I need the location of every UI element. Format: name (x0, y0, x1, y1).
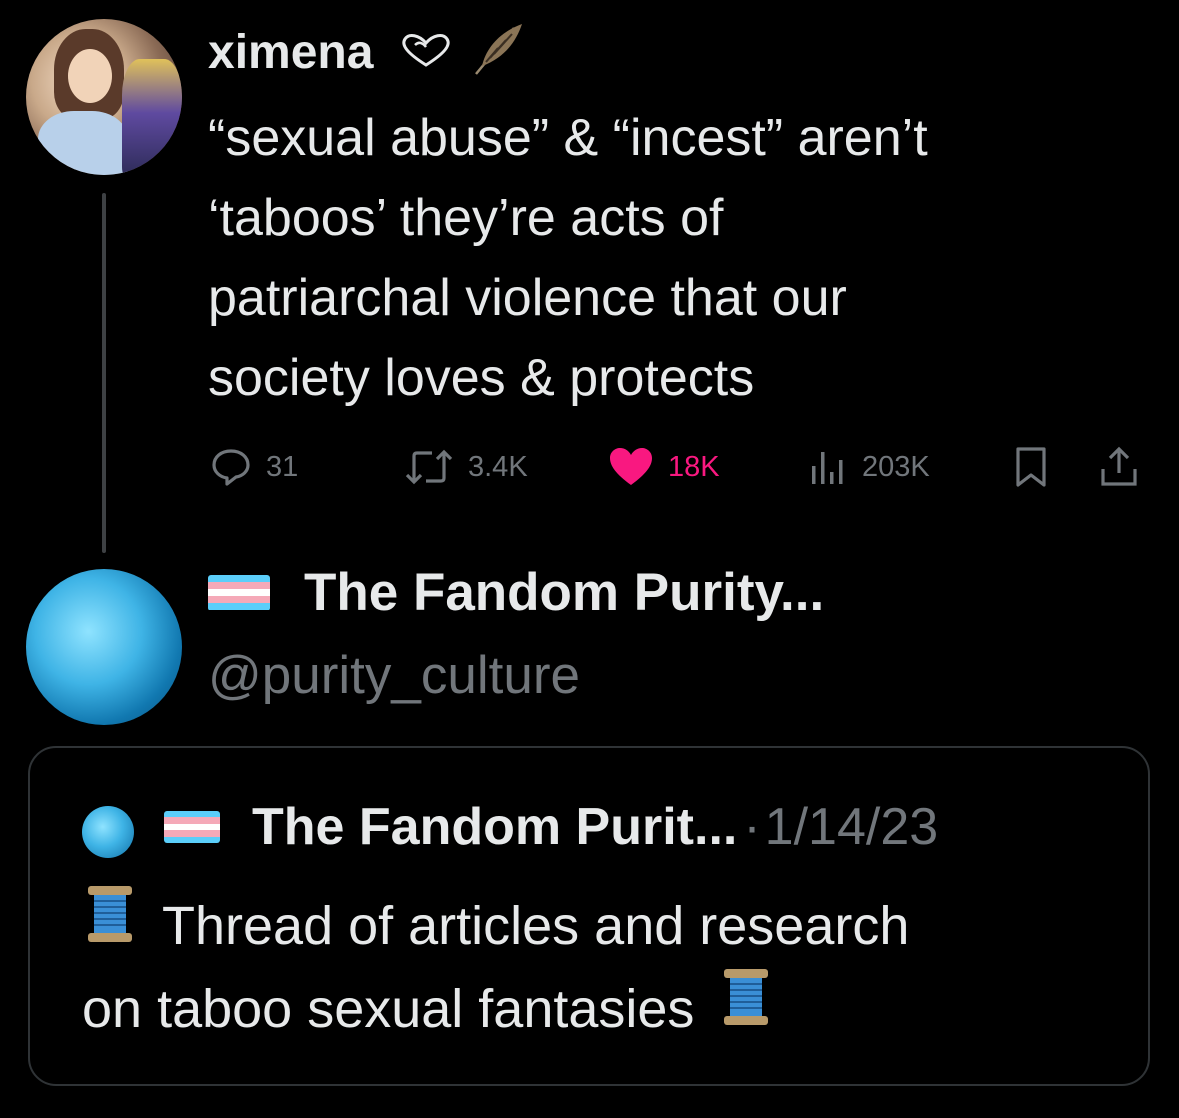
quoted-author-name[interactable]: The Fandom Purit... (252, 797, 737, 857)
transgender-flag-icon (164, 811, 220, 843)
heart-outline-icon (397, 26, 455, 86)
thread-connector-line (102, 193, 106, 553)
quoted-author-avatar[interactable] (82, 806, 134, 858)
bookmark-icon (1012, 445, 1050, 489)
views-button[interactable]: 203K (808, 445, 930, 489)
quoted-tweet-text: Thread of articles and research on taboo… (82, 884, 1132, 1050)
tweet-text-line: patriarchal violence that our (208, 269, 847, 327)
bookmark-button[interactable] (1012, 445, 1050, 489)
quoted-text-line: on taboo sexual fantasies (82, 967, 1132, 1050)
reply-author-name[interactable]: The Fandom Purity... (304, 562, 824, 623)
thread-spool-icon (82, 884, 138, 967)
reply-count: 31 (266, 450, 299, 483)
share-button[interactable] (1098, 445, 1140, 489)
views-count: 203K (862, 450, 930, 483)
tweet-text-line: society loves & protects (208, 349, 755, 407)
reply-author-name-row[interactable]: The Fandom Purity... (208, 562, 824, 623)
tweet-text-line: “sexual abuse” & “incest” aren’t (208, 109, 928, 167)
share-icon (1098, 445, 1140, 489)
avatar-shirt-shape (38, 111, 128, 175)
feather-icon (468, 18, 528, 93)
views-bar-chart-icon (808, 446, 848, 488)
avatar-ximena[interactable] (26, 19, 182, 175)
avatar-face-shape (68, 49, 112, 103)
retweet-icon (404, 446, 454, 488)
heart-filled-icon (608, 446, 654, 488)
reply-button[interactable]: 31 (210, 445, 298, 489)
quoted-text-line-2: on taboo sexual fantasies (82, 978, 695, 1039)
like-button[interactable]: 18K (608, 445, 720, 489)
retweet-count: 3.4K (468, 450, 528, 483)
quoted-date[interactable]: 1/14/23 (765, 797, 939, 857)
reply-author-handle[interactable]: @purity_culture (208, 645, 580, 706)
tweet-author-name[interactable]: ximena (208, 26, 373, 79)
quoted-separator: · (743, 798, 761, 856)
tweet-author-name-row[interactable]: ximena (208, 18, 528, 93)
like-count: 18K (668, 450, 720, 483)
transgender-flag-icon (208, 574, 270, 611)
quoted-text-line: Thread of articles and research (82, 884, 1132, 967)
tweet-text: “sexual abuse” & “incest” aren’t ‘taboos… (208, 98, 1158, 418)
avatar-anime-figure-shape (122, 59, 182, 175)
tweet-action-bar: 31 3.4K 18K 203K (208, 445, 1148, 489)
quoted-text-line-1: Thread of articles and research (162, 895, 910, 956)
tweet-text-line: ‘taboos’ they’re acts of (208, 189, 724, 247)
thread-spool-icon (718, 967, 774, 1050)
quoted-tweet-header: The Fandom Purit... · 1/14/23 (164, 797, 938, 857)
retweet-button[interactable]: 3.4K (404, 445, 528, 489)
reply-icon (210, 446, 252, 488)
avatar-purity-culture[interactable] (26, 569, 182, 725)
